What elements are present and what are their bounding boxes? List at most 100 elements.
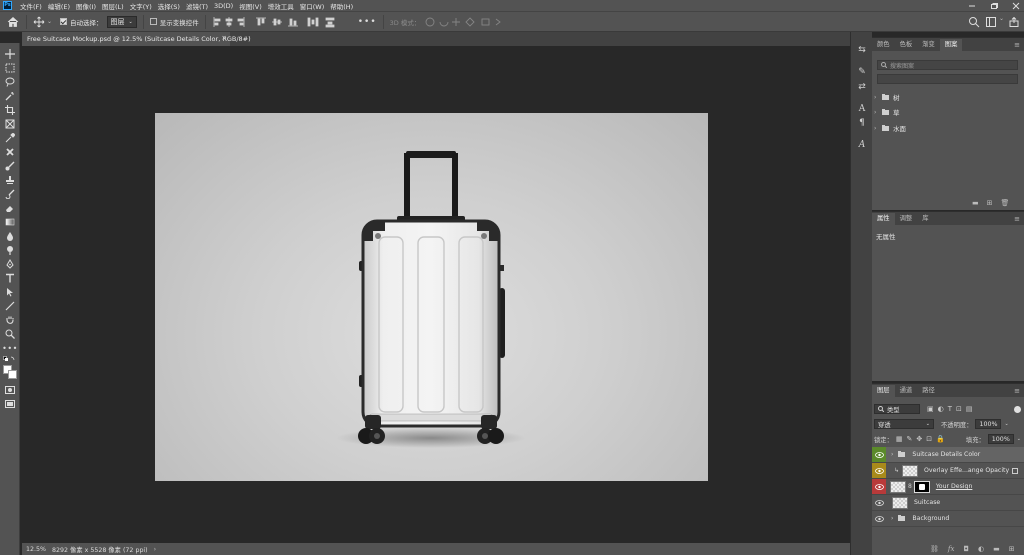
tab-layers[interactable]: 图层 [872, 385, 895, 397]
menu-layer[interactable]: 图层(L) [99, 1, 127, 11]
panel-menu-icon[interactable]: ≡ [1014, 39, 1020, 51]
lock-options-icons[interactable]: ▦✎✥⊡🔒 [896, 435, 949, 443]
quick-mask-button[interactable] [4, 384, 16, 396]
tab-adjustments[interactable]: 调整 [895, 213, 918, 225]
layer-filter-icons[interactable]: ▣◐T⊡▤ [927, 405, 976, 413]
document-canvas[interactable] [155, 113, 708, 481]
eyedropper-tool[interactable] [4, 132, 16, 144]
filter-toggle-icon[interactable] [1014, 405, 1021, 413]
pattern-search-input[interactable]: 搜索图案 [877, 60, 1018, 70]
panel-menu-icon[interactable]: ≡ [1014, 385, 1020, 397]
blur-tool[interactable] [4, 230, 16, 242]
panel-menu-icon[interactable]: ≡ [1014, 213, 1020, 225]
menu-edit[interactable]: 编辑(E) [45, 1, 73, 11]
new-layer-icon[interactable]: ⊞ [1009, 545, 1015, 553]
zoom-tool[interactable] [4, 328, 16, 340]
move-tool[interactable] [4, 48, 16, 60]
visibility-eye-icon[interactable] [872, 495, 886, 510]
adjustments-panel-icon[interactable]: ⇄ [857, 82, 867, 92]
screen-mode-button[interactable] [4, 398, 16, 410]
restore-icon[interactable] [990, 2, 998, 10]
document-tab[interactable]: Free Suitcase Mockup.psd @ 12.5% (Suitca… [22, 32, 251, 46]
fx-icon[interactable]: fx [948, 545, 955, 553]
adjustment-layer-icon[interactable]: ◐ [978, 545, 984, 553]
search-icon[interactable] [968, 16, 980, 28]
photoshop-logo[interactable]: Ps [3, 1, 12, 10]
paragraph-panel-icon[interactable]: ¶ [857, 118, 867, 128]
tab-properties[interactable]: 属性 [872, 213, 895, 225]
chevron-right-icon[interactable]: › [154, 546, 157, 553]
new-group-icon[interactable]: ▬ [972, 199, 979, 207]
lasso-tool[interactable] [4, 76, 16, 88]
pattern-group-row[interactable]: › 树 [874, 90, 1020, 104]
menu-type[interactable]: 文字(Y) [127, 1, 155, 11]
healing-brush-tool[interactable] [4, 146, 16, 158]
chevron-right-icon[interactable]: › [874, 94, 878, 101]
menu-filter[interactable]: 滤镜(T) [183, 1, 211, 11]
workspace-icon[interactable] [986, 17, 996, 27]
chevron-right-icon[interactable]: › [891, 451, 893, 458]
gradient-tool[interactable] [4, 216, 16, 228]
more-options-icon[interactable]: ••• [358, 17, 377, 27]
menu-plugins[interactable]: 增效工具 [265, 1, 297, 11]
pattern-group-row[interactable]: › 草 [874, 105, 1020, 119]
new-group-icon[interactable]: ▬ [993, 545, 1000, 553]
layer-row[interactable]: 8 Your Design [872, 479, 1024, 495]
layer-mask-thumbnail[interactable] [913, 480, 930, 493]
type-tool[interactable] [4, 272, 16, 284]
chevron-right-icon[interactable]: › [891, 515, 893, 522]
layer-filter-kind-dropdown[interactable]: 类型 [874, 404, 920, 414]
home-icon[interactable] [6, 15, 20, 29]
tab-libraries[interactable]: 库 [917, 213, 933, 225]
close-tab-icon[interactable]: × [221, 34, 227, 42]
pattern-group-row[interactable]: › 水面 [874, 121, 1020, 135]
align-distribute-icons[interactable] [212, 16, 352, 28]
visibility-eye-icon[interactable] [872, 511, 886, 526]
blend-mode-dropdown[interactable]: 穿透 ⌄ [874, 419, 934, 429]
link-layers-icon[interactable]: ⛓ [930, 545, 939, 553]
link-icon[interactable]: 8 [908, 483, 912, 490]
pattern-size-slider[interactable] [877, 74, 1018, 84]
frame-tool[interactable] [4, 118, 16, 130]
edit-toolbar-button[interactable]: ••• [2, 342, 17, 354]
add-mask-icon[interactable]: ◘ [963, 545, 969, 553]
crop-tool[interactable] [4, 104, 16, 116]
share-icon[interactable] [1009, 17, 1019, 27]
chevron-right-icon[interactable]: › [874, 125, 878, 132]
tab-channels[interactable]: 通道 [895, 385, 918, 397]
layer-row[interactable]: ↳ Overlay Effe...ange Opacity [872, 463, 1024, 479]
menu-view[interactable]: 视图(V) [236, 1, 265, 11]
close-icon[interactable] [1012, 2, 1020, 10]
tab-swatches[interactable]: 色板 [895, 39, 918, 51]
menu-select[interactable]: 选择(S) [155, 1, 183, 11]
auto-select-checkbox[interactable] [60, 18, 68, 25]
tab-paths[interactable]: 路径 [917, 385, 940, 397]
zoom-level[interactable]: 12.5% [26, 546, 48, 553]
chevron-down-icon[interactable]: ⌄ [1017, 436, 1021, 442]
menu-image[interactable]: 图像(I) [73, 1, 99, 11]
history-panel-icon[interactable]: ⇆ [857, 45, 867, 55]
marquee-tool[interactable] [4, 62, 16, 74]
glyphs-panel-icon[interactable]: A [857, 140, 867, 150]
visibility-eye-icon[interactable] [872, 479, 886, 494]
layer-row[interactable]: › Background [872, 511, 1024, 527]
path-selection-tool[interactable] [4, 286, 16, 298]
layer-row[interactable]: › Suitcase Details Color [872, 447, 1024, 463]
tab-gradients[interactable]: 渐变 [917, 39, 940, 51]
dodge-tool[interactable] [4, 244, 16, 256]
clone-stamp-tool[interactable] [4, 174, 16, 186]
menu-3d[interactable]: 3D(D) [211, 2, 236, 10]
pen-tool[interactable] [4, 258, 16, 270]
menu-help[interactable]: 帮助(H) [327, 1, 356, 11]
chevron-down-icon[interactable]: ⌄ [999, 15, 1004, 22]
new-pattern-icon[interactable]: ⊞ [987, 199, 993, 207]
visibility-eye-icon[interactable] [872, 447, 886, 462]
line-tool[interactable] [4, 300, 16, 312]
chevron-down-icon[interactable]: ⌄ [1004, 421, 1008, 427]
brush-tool[interactable] [4, 160, 16, 172]
menu-window[interactable]: 窗口(W) [297, 1, 328, 11]
move-tool-icon[interactable] [33, 16, 45, 28]
brush-settings-icon[interactable]: ✎ [857, 67, 867, 77]
layer-style-icon[interactable] [1012, 467, 1018, 474]
chevron-down-icon[interactable]: ⌄ [47, 18, 52, 25]
